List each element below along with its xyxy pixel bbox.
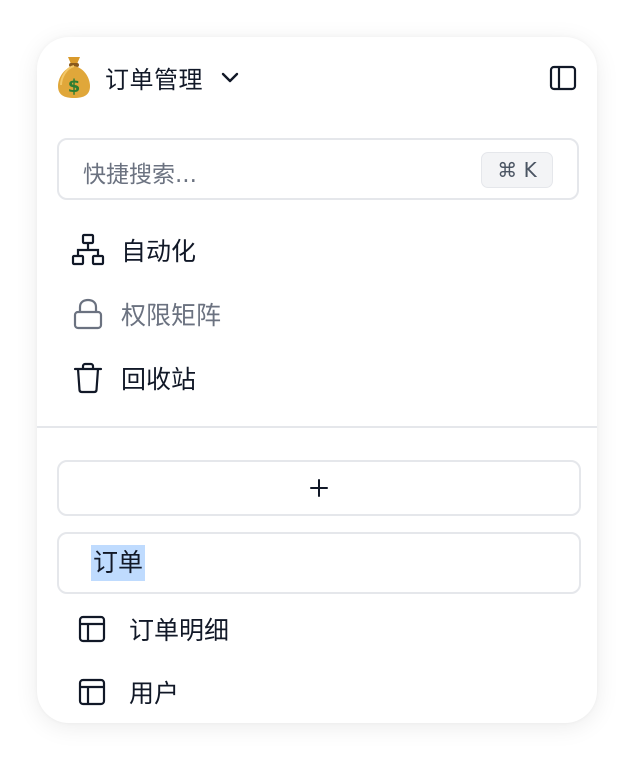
search-placeholder: 快捷搜索...	[83, 162, 197, 188]
shortcut-badge: ⌘ K	[481, 152, 553, 188]
section-divider	[37, 426, 597, 428]
table-item-users[interactable]: 用户	[77, 672, 179, 712]
nav-item-automation[interactable]: 自动化	[71, 230, 196, 270]
selected-input-text: 订单	[91, 545, 146, 581]
plus-icon	[310, 479, 328, 497]
sidebar-toggle-icon[interactable]	[549, 64, 577, 92]
table-rename-input[interactable]: 订单	[57, 532, 581, 594]
chevron-down-icon	[219, 66, 241, 88]
workspace-title: 订单管理	[105, 65, 203, 94]
table-icon	[78, 678, 106, 706]
sidebar-header: $ 订单管理	[57, 53, 577, 101]
nav-item-permissions[interactable]: 权限矩阵	[71, 294, 221, 334]
table-item-order-details[interactable]: 订单明细	[77, 609, 229, 649]
nav-item-label: 权限矩阵	[121, 301, 222, 330]
trash-icon	[73, 362, 103, 394]
add-table-button[interactable]	[57, 460, 581, 516]
workspace-switcher[interactable]: $ 订单管理	[57, 53, 241, 101]
nav-item-label: 自动化	[121, 237, 197, 266]
lock-icon	[73, 298, 103, 330]
nav-item-label: 回收站	[121, 365, 197, 394]
svg-text:$: $	[68, 76, 81, 97]
quick-search-input[interactable]: 快捷搜索... ⌘ K	[57, 138, 579, 200]
table-item-label: 订单明细	[129, 616, 230, 645]
table-icon	[78, 615, 106, 643]
nav-item-trash[interactable]: 回收站	[71, 358, 196, 398]
table-item-label: 用户	[129, 679, 180, 708]
sidebar-panel: $ 订单管理 快捷搜索... ⌘ K 自动化 权限矩阵 回收站 订单 订单明细 …	[37, 37, 597, 723]
money-bag-icon: $	[57, 53, 91, 101]
sitemap-icon	[71, 233, 105, 266]
